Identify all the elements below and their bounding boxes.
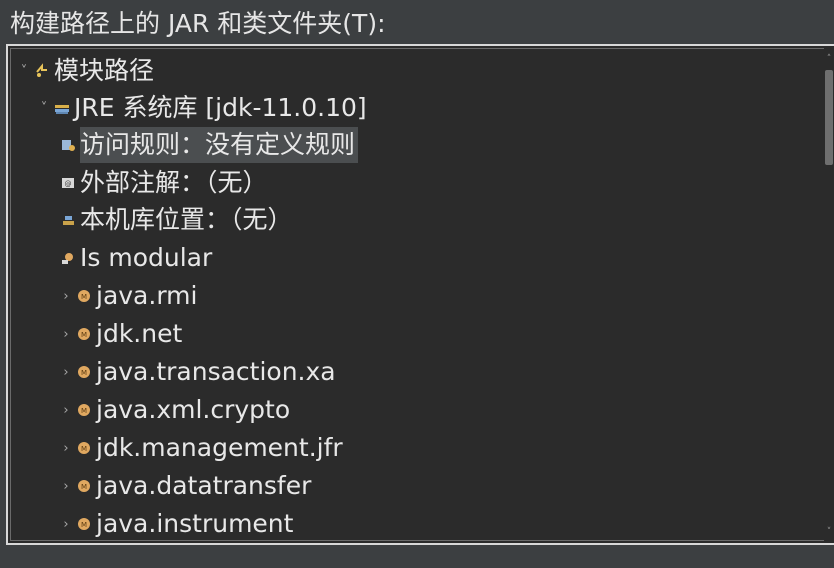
svg-text:M: M xyxy=(81,521,87,529)
svg-text:M: M xyxy=(81,483,87,491)
access-rules-icon xyxy=(59,127,77,163)
tree-item-is-modular[interactable]: Is modular xyxy=(59,240,215,276)
modular-icon xyxy=(59,240,77,276)
svg-text:M: M xyxy=(81,293,87,301)
library-icon xyxy=(53,90,71,126)
build-path-label: 构建路径上的 JAR 和类文件夹(T): xyxy=(10,9,386,38)
tree-item-module[interactable]: › M java.transaction.xa xyxy=(59,354,339,390)
tree-item-label: 访问规则：没有定义规则 xyxy=(80,127,359,163)
module-path-icon xyxy=(33,53,51,89)
tree-item-external-annotations[interactable]: @ 外部注解：（无） xyxy=(59,165,271,201)
scroll-up-icon[interactable]: ˄ xyxy=(825,54,833,64)
collapsed-chevron-icon[interactable]: › xyxy=(59,468,73,504)
collapsed-chevron-icon[interactable]: › xyxy=(59,278,73,314)
tree-viewport: ˅ 模块路径 ˅ JRE 系统库 [jdk-11.0.10] 访问规则：没有定义… xyxy=(10,48,834,541)
svg-text:M: M xyxy=(81,369,87,377)
dialog-frame: 构建路径上的 JAR 和类文件夹(T): ˅ 模块路径 ˅ JRE 系统库 [j… xyxy=(0,0,834,568)
collapsed-chevron-icon[interactable]: › xyxy=(59,316,73,352)
module-icon: M xyxy=(75,354,93,390)
expand-chevron-icon[interactable]: ˅ xyxy=(37,90,51,126)
tree-item-label: java.instrument xyxy=(96,509,294,538)
module-icon: M xyxy=(75,316,93,352)
tree-item-module[interactable]: › M java.instrument xyxy=(59,506,296,542)
tree-item-label: jdk.management.jfr xyxy=(96,433,343,462)
module-icon: M xyxy=(75,468,93,504)
scroll-down-icon[interactable]: ˅ xyxy=(825,527,833,537)
tree-item-label: java.xml.crypto xyxy=(96,395,291,424)
tree-item-module[interactable]: › M java.rmi xyxy=(59,278,200,314)
module-icon: M xyxy=(75,506,93,542)
bottom-strip xyxy=(0,547,834,568)
collapsed-chevron-icon[interactable]: › xyxy=(59,506,73,542)
expand-chevron-icon[interactable]: ˅ xyxy=(17,53,31,89)
build-path-tree[interactable]: ˅ 模块路径 ˅ JRE 系统库 [jdk-11.0.10] 访问规则：没有定义… xyxy=(6,44,834,545)
tree-item-label: java.rmi xyxy=(96,281,198,310)
vertical-scrollbar[interactable]: ˄ ˅ xyxy=(824,48,834,541)
svg-text:M: M xyxy=(81,445,87,453)
scroll-thumb[interactable] xyxy=(825,70,833,165)
module-icon: M xyxy=(75,392,93,428)
tree-item-module[interactable]: › M java.xml.crypto xyxy=(59,392,293,428)
tree-item-label: java.transaction.xa xyxy=(96,357,336,386)
module-icon: M xyxy=(75,430,93,466)
svg-text:M: M xyxy=(81,331,87,339)
tree-item-label: java.datatransfer xyxy=(96,471,312,500)
tree-item-module-path[interactable]: ˅ 模块路径 xyxy=(17,53,157,89)
svg-text:@: @ xyxy=(65,180,72,188)
native-library-icon xyxy=(59,202,77,238)
tree-item-label: 模块路径 xyxy=(54,56,155,85)
tree-item-jre-library[interactable]: ˅ JRE 系统库 [jdk-11.0.10] xyxy=(37,90,370,126)
tree-item-label: JRE 系统库 [jdk-11.0.10] xyxy=(74,93,367,122)
tree-item-label: 外部注解：（无） xyxy=(80,168,268,197)
tree-item-label: 本机库位置：（无） xyxy=(80,205,293,234)
module-icon: M xyxy=(75,278,93,314)
collapsed-chevron-icon[interactable]: › xyxy=(59,354,73,390)
annotations-icon: @ xyxy=(59,165,77,201)
tree-item-access-rules[interactable]: 访问规则：没有定义规则 xyxy=(59,127,359,163)
tree-item-module[interactable]: › M jdk.net xyxy=(59,316,185,352)
tree-item-native-library[interactable]: 本机库位置：（无） xyxy=(59,202,296,238)
collapsed-chevron-icon[interactable]: › xyxy=(59,430,73,466)
tree-item-module[interactable]: › M java.datatransfer xyxy=(59,468,314,504)
tree-item-label: Is modular xyxy=(80,243,213,272)
tree-item-module[interactable]: › M jdk.management.jfr xyxy=(59,430,346,466)
svg-text:M: M xyxy=(81,407,87,415)
tree-item-label: jdk.net xyxy=(96,319,183,348)
collapsed-chevron-icon[interactable]: › xyxy=(59,392,73,428)
